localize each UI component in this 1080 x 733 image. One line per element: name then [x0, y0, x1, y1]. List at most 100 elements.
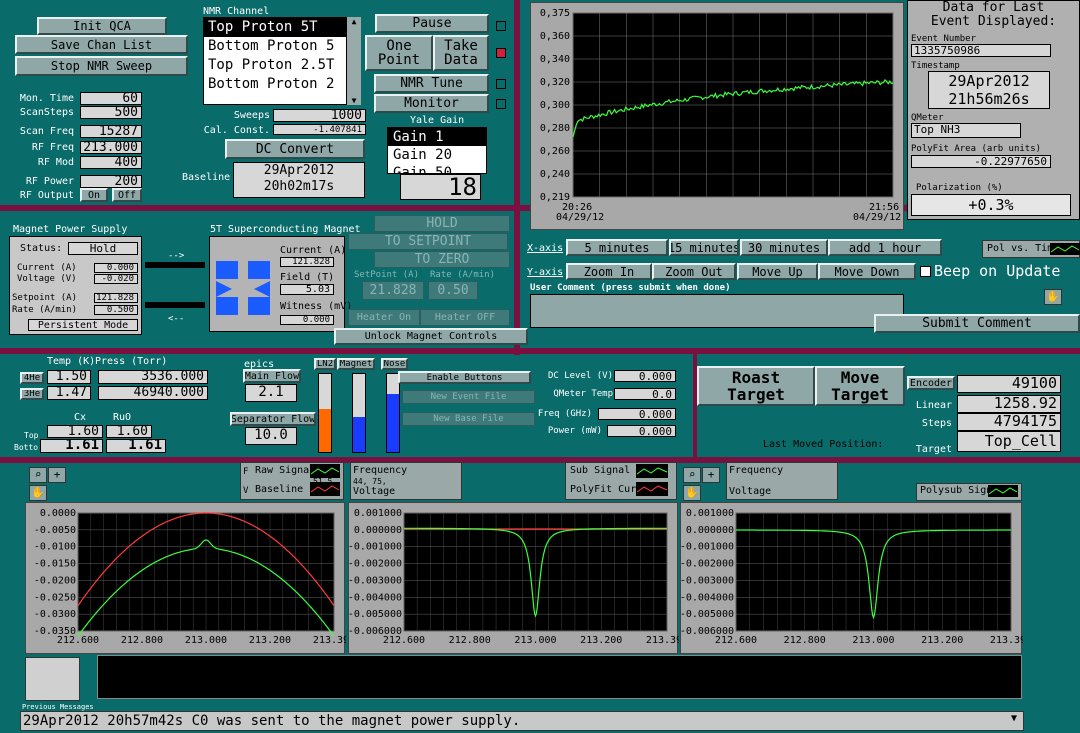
param-value[interactable]: 60: [80, 92, 142, 105]
zoom-icon[interactable]: ⌕: [29, 467, 47, 483]
baseline-time: 29Apr2012 20h02m17s: [233, 162, 365, 198]
enable-buttons-button[interactable]: Enable Buttons: [398, 371, 531, 384]
submit-comment-button[interactable]: Submit Comment: [874, 314, 1080, 333]
gain-item[interactable]: Gain 1: [388, 128, 486, 146]
magnet-fill: [353, 416, 365, 452]
sweeps-field[interactable]: 1000: [273, 109, 366, 122]
dc-convert-button[interactable]: DC Convert: [225, 139, 365, 159]
channel-item[interactable]: Bottom Proton 5: [204, 37, 360, 56]
channel-item[interactable]: Bottom Proton 2: [204, 75, 360, 94]
hold-button[interactable]: HOLD: [374, 215, 510, 232]
tick-label: 0.000000: [686, 525, 734, 536]
steps-field: 4794175: [957, 413, 1061, 431]
y-axis-label: Y-axis: [527, 267, 564, 278]
param-value[interactable]: 500: [80, 106, 142, 119]
heater-on-button[interactable]: Heater On: [348, 309, 420, 326]
nmr-channel-title: NMR Channel: [203, 6, 270, 17]
tick-label: -0.004000: [349, 592, 402, 603]
rf-on-button[interactable]: On: [80, 188, 108, 202]
sub-signal-plot: 0.001000 0.000000 -0.001000 -0.002000 -0.003…: [348, 508, 688, 646]
bottom-cx-field: 1.61: [40, 439, 103, 453]
current-label: Current (A): [17, 263, 77, 273]
zoom-icon[interactable]: ⌕: [683, 467, 701, 483]
event-number-field: 1335750986: [911, 44, 1051, 57]
polyfit-label: PolyFit Area (arb units): [911, 144, 1042, 154]
x-axis-5min-button[interactable]: 5 minutes: [566, 239, 668, 256]
move-up-button[interactable]: Move Up: [737, 263, 818, 280]
magnet-ps-panel: Status: Hold Current (A) 0.000 Voltage (…: [9, 236, 142, 335]
setpoint-input[interactable]: 21.828: [362, 281, 424, 300]
he3-press-field: 46940.000: [98, 386, 208, 400]
zoom-in-button[interactable]: Zoom In: [566, 263, 652, 280]
nmr-tune-checkbox[interactable]: [496, 79, 506, 89]
x-axis-15min-button[interactable]: 15 minutes: [669, 239, 739, 256]
sc-field-field: 5.03: [280, 284, 334, 295]
take-data-button[interactable]: Take Data: [433, 35, 489, 71]
rate-input[interactable]: 0.50: [428, 281, 478, 300]
monitor-checkbox[interactable]: [496, 99, 506, 109]
separator-flow-field: 10.0: [245, 427, 297, 445]
to-zero-button[interactable]: TO ZERO: [374, 251, 510, 268]
setpoint-label: Setpoint (A): [12, 293, 78, 303]
move-target-button[interactable]: Move Target: [815, 366, 905, 406]
nmr-channel-list[interactable]: Top Proton 5T Bottom Proton 5 Top Proton…: [203, 17, 361, 105]
user-comment-input[interactable]: [530, 294, 904, 328]
rate-field[interactable]: 0.500: [94, 305, 138, 315]
save-chan-list-button[interactable]: Save Chan List: [15, 35, 188, 54]
hand-icon[interactable]: ✋: [683, 485, 701, 501]
x-axis-30min-button[interactable]: 30 minutes: [740, 239, 828, 256]
param-value[interactable]: 213.000: [80, 141, 142, 154]
monitor-button[interactable]: Monitor: [374, 94, 489, 113]
zoom-out-button[interactable]: Zoom Out: [652, 263, 736, 280]
init-qca-button[interactable]: Init QCA: [37, 17, 167, 35]
hand-icon[interactable]: ✋: [1044, 289, 1062, 305]
setpoint-field[interactable]: 121.828: [94, 293, 138, 303]
separator: [514, 0, 520, 355]
frequency-label: Frequency: [729, 465, 784, 476]
x-axis-add-hour-button[interactable]: add 1 hour: [828, 239, 942, 256]
take-data-label: Take: [444, 38, 478, 54]
baseline-label: Baseline: [182, 172, 231, 183]
param-value[interactable]: 400: [80, 156, 142, 169]
channel-item[interactable]: Top Proton 5T: [204, 18, 360, 37]
beep-checkbox[interactable]: [920, 266, 931, 277]
yale-gain-title: Yale Gain: [410, 115, 465, 126]
tick-label: 213.000: [852, 635, 894, 646]
last-event-title2: Event Displayed:: [930, 14, 1057, 29]
he4-press-field: 3536.000: [98, 370, 208, 384]
stop-nmr-sweep-button[interactable]: Stop NMR Sweep: [15, 56, 188, 76]
channel-item[interactable]: Top Proton 2.5T: [204, 56, 360, 75]
one-point-button[interactable]: One Point: [365, 35, 433, 71]
encoder-label: Encoder: [907, 376, 955, 390]
gain-item[interactable]: Gain 50: [388, 164, 486, 173]
plus-icon[interactable]: +: [702, 467, 720, 483]
previous-messages-button[interactable]: [25, 657, 80, 701]
param-value[interactable]: 15287: [80, 125, 142, 138]
roast-target-button[interactable]: Roast Target: [697, 366, 815, 406]
move-down-button[interactable]: Move Down: [818, 263, 916, 280]
sc-field-label: Field (T): [280, 272, 335, 283]
tick-label: -0.0300: [34, 609, 76, 620]
pause-button[interactable]: Pause: [375, 14, 489, 33]
nose-level-bar: [386, 373, 400, 453]
to-setpoint-button[interactable]: TO SETPOINT: [348, 233, 508, 250]
new-event-file-button[interactable]: New Event File: [402, 390, 535, 404]
pause-checkbox[interactable]: [496, 21, 506, 31]
hand-icon[interactable]: ✋: [29, 485, 47, 501]
tick-label: 0,340: [540, 54, 570, 65]
tick-label: 0,360: [540, 31, 570, 42]
status-label: Status:: [20, 243, 63, 254]
magnet-level-bar: [352, 373, 366, 453]
param-value[interactable]: 200: [80, 175, 142, 188]
nmr-tune-button[interactable]: NMR Tune: [374, 74, 489, 93]
heater-off-button[interactable]: Heater OFF: [420, 309, 510, 326]
unlock-magnet-button[interactable]: Unlock Magnet Controls: [334, 328, 528, 345]
rf-off-button[interactable]: Off: [112, 188, 142, 202]
gain-item[interactable]: Gain 20: [388, 146, 486, 164]
channel-scrollbar[interactable]: ▲ ▼: [346, 17, 361, 105]
chevron-down-icon[interactable]: ▼: [1006, 713, 1022, 729]
last-moved-label: Last Moved Position:: [763, 439, 884, 450]
magnet-level-label: Magnet: [337, 358, 375, 370]
yale-gain-list[interactable]: Gain 1 Gain 20 Gain 50: [387, 127, 487, 174]
plus-icon[interactable]: +: [48, 467, 66, 483]
